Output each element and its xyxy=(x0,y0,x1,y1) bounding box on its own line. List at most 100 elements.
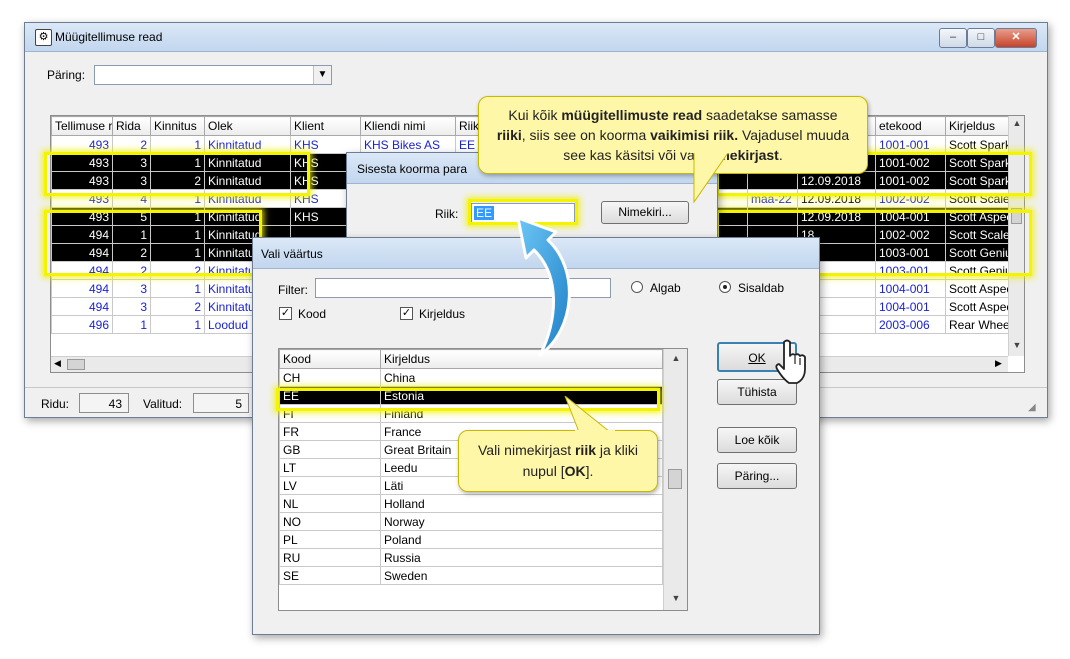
list-item[interactable]: PL Poland xyxy=(279,530,663,549)
col-client-name[interactable]: Kliendi nimi xyxy=(360,116,456,136)
main-window-titlebar[interactable]: ⚙ Müügitellimuse read – □ ✕ xyxy=(25,23,1047,52)
list-cell-code[interactable]: CH xyxy=(279,368,381,387)
scroll-left-icon[interactable]: ◀ xyxy=(54,358,61,369)
cell-confirm[interactable]: 1 xyxy=(150,279,205,298)
scroll-right-icon[interactable]: ▶ xyxy=(995,358,1002,369)
list-cell-code[interactable]: SE xyxy=(279,566,381,585)
selected-count-label: Valitud: xyxy=(143,397,183,411)
list-cell-code[interactable]: NO xyxy=(279,512,381,531)
list-cell-code[interactable]: NL xyxy=(279,494,381,513)
cell-line[interactable]: 2 xyxy=(112,135,151,154)
cell-line[interactable]: 3 xyxy=(112,279,151,298)
checkbox-description-label: Kirjeldus xyxy=(419,307,466,321)
chevron-down-icon[interactable]: ▼ xyxy=(313,66,331,84)
cell-order[interactable]: 494 xyxy=(51,297,113,316)
cell-line[interactable]: 3 xyxy=(112,297,151,316)
callout-choose-country: Vali nimekirjast riik ja kliki nupul [OK… xyxy=(458,430,658,492)
callout-top-text-3: , siis see on koorma xyxy=(521,127,651,143)
callout-bottom-pointer xyxy=(564,396,615,434)
highlight-selected-rows-2 xyxy=(44,210,262,276)
maximize-icon[interactable]: □ xyxy=(967,28,995,48)
callout-bottom-bold-1: riik xyxy=(574,442,596,458)
cell-client-name[interactable]: KHS Bikes AS xyxy=(360,135,456,154)
list-cell-code[interactable]: RU xyxy=(279,548,381,567)
callout-top-text-1: Kui kõik xyxy=(508,107,562,123)
callout-top-bold-2: riiki xyxy=(496,127,522,143)
list-cell-code[interactable]: LT xyxy=(279,458,381,477)
cell-confirm[interactable]: 2 xyxy=(150,297,205,316)
main-window-title: Müügitellimuse read xyxy=(55,30,163,44)
hscroll-thumb[interactable] xyxy=(67,359,85,370)
list-item[interactable]: NL Holland xyxy=(279,494,663,513)
list-button[interactable]: Nimekiri... xyxy=(601,201,689,224)
list-cell-code[interactable]: LV xyxy=(279,476,381,495)
list-cell-desc[interactable]: Russia xyxy=(380,548,663,567)
cell-order[interactable]: 493 xyxy=(51,135,113,154)
list-item[interactable]: RU Russia xyxy=(279,548,663,567)
callout-bottom-bold-2: OK xyxy=(564,463,586,479)
list-scroll-down-icon[interactable]: ▼ xyxy=(664,593,687,603)
callout-top-text-5: . xyxy=(778,147,783,163)
list-cell-desc[interactable]: Holland xyxy=(380,494,663,513)
list-item[interactable]: CH China xyxy=(279,368,663,387)
cell-code[interactable]: 1004-001 xyxy=(875,297,946,316)
list-scroll-up-icon[interactable]: ▲ xyxy=(664,353,687,363)
scroll-down-icon[interactable]: ▼ xyxy=(1009,340,1024,350)
resize-grip-icon[interactable]: ◢ xyxy=(1028,402,1036,413)
cell-code[interactable]: 1001-001 xyxy=(875,135,946,154)
cell-code[interactable]: 2003-006 xyxy=(875,315,946,334)
checkbox-description[interactable]: ✓ xyxy=(400,307,413,320)
checkbox-code-label: Kood xyxy=(298,307,327,321)
list-cell-desc[interactable]: Poland xyxy=(380,530,663,549)
value-list-header: Kood Kirjeldus xyxy=(279,349,663,369)
list-cell-desc[interactable]: Norway xyxy=(380,512,663,531)
callout-top-bold-3: vaikimisi riik. xyxy=(650,127,739,143)
country-label: Riik: xyxy=(435,207,459,221)
app-icon: ⚙ xyxy=(35,29,52,46)
close-icon[interactable]: ✕ xyxy=(995,28,1037,48)
scroll-up-icon[interactable]: ▲ xyxy=(1009,118,1024,128)
cell-order[interactable]: 494 xyxy=(51,279,113,298)
cell-confirm[interactable]: 1 xyxy=(150,315,205,334)
list-scroll-thumb[interactable] xyxy=(668,469,682,489)
cell-code[interactable]: 1004-001 xyxy=(875,279,946,298)
col-order[interactable]: Tellimuse r xyxy=(51,116,113,136)
value-list-scrollbar[interactable]: ▲ ▼ xyxy=(663,349,687,610)
list-cell-code[interactable]: PL xyxy=(279,530,381,549)
callout-bottom-text-3: ]. xyxy=(585,463,594,479)
list-cell-code[interactable]: GB xyxy=(279,440,381,459)
filter-label: Filter: xyxy=(278,283,308,297)
query-label: Päring: xyxy=(47,68,86,82)
choose-value-title: Vali väärtus xyxy=(261,247,323,261)
cell-line[interactable]: 1 xyxy=(112,315,151,334)
col-confirm[interactable]: Kinnitus xyxy=(150,116,205,136)
rows-count-label: Ridu: xyxy=(41,397,70,411)
cell-order[interactable]: 496 xyxy=(51,315,113,334)
list-item[interactable]: NO Norway xyxy=(279,512,663,531)
col-line[interactable]: Rida xyxy=(112,116,151,136)
callout-top-pointer xyxy=(690,150,734,204)
minimize-icon[interactable]: – xyxy=(939,28,967,48)
list-cell-desc[interactable]: China xyxy=(380,368,663,387)
col-product-code[interactable]: etekood xyxy=(875,116,946,136)
query-combo[interactable]: ▼ xyxy=(94,65,332,85)
list-item[interactable]: SE Sweden xyxy=(279,566,663,585)
query-button[interactable]: Päring... xyxy=(717,463,797,489)
rows-count-value: 43 xyxy=(79,393,129,413)
list-cell-desc[interactable]: Sweden xyxy=(380,566,663,585)
col-client[interactable]: Klient xyxy=(290,116,361,136)
cell-status[interactable]: Kinnitatud xyxy=(204,135,291,154)
cell-confirm[interactable]: 1 xyxy=(150,135,205,154)
radio-starts-with-label: Algab xyxy=(650,281,681,295)
col-code[interactable]: Kood xyxy=(279,349,381,369)
col-status[interactable]: Olek xyxy=(204,116,291,136)
cell-client[interactable]: KHS xyxy=(290,135,361,154)
load-all-button[interactable]: Loe kõik xyxy=(717,427,797,453)
list-cell-code[interactable]: FR xyxy=(279,422,381,441)
callout-default-country: Kui kõik müügitellimuste read saadetakse… xyxy=(478,96,868,174)
radio-contains[interactable] xyxy=(719,281,731,293)
radio-starts-with[interactable] xyxy=(631,281,643,293)
checkbox-code[interactable]: ✓ xyxy=(279,307,292,320)
callout-top-bold-1: müügitellimuste read xyxy=(561,107,703,123)
callout-bottom-text-1: Vali nimekirjast xyxy=(477,442,575,458)
